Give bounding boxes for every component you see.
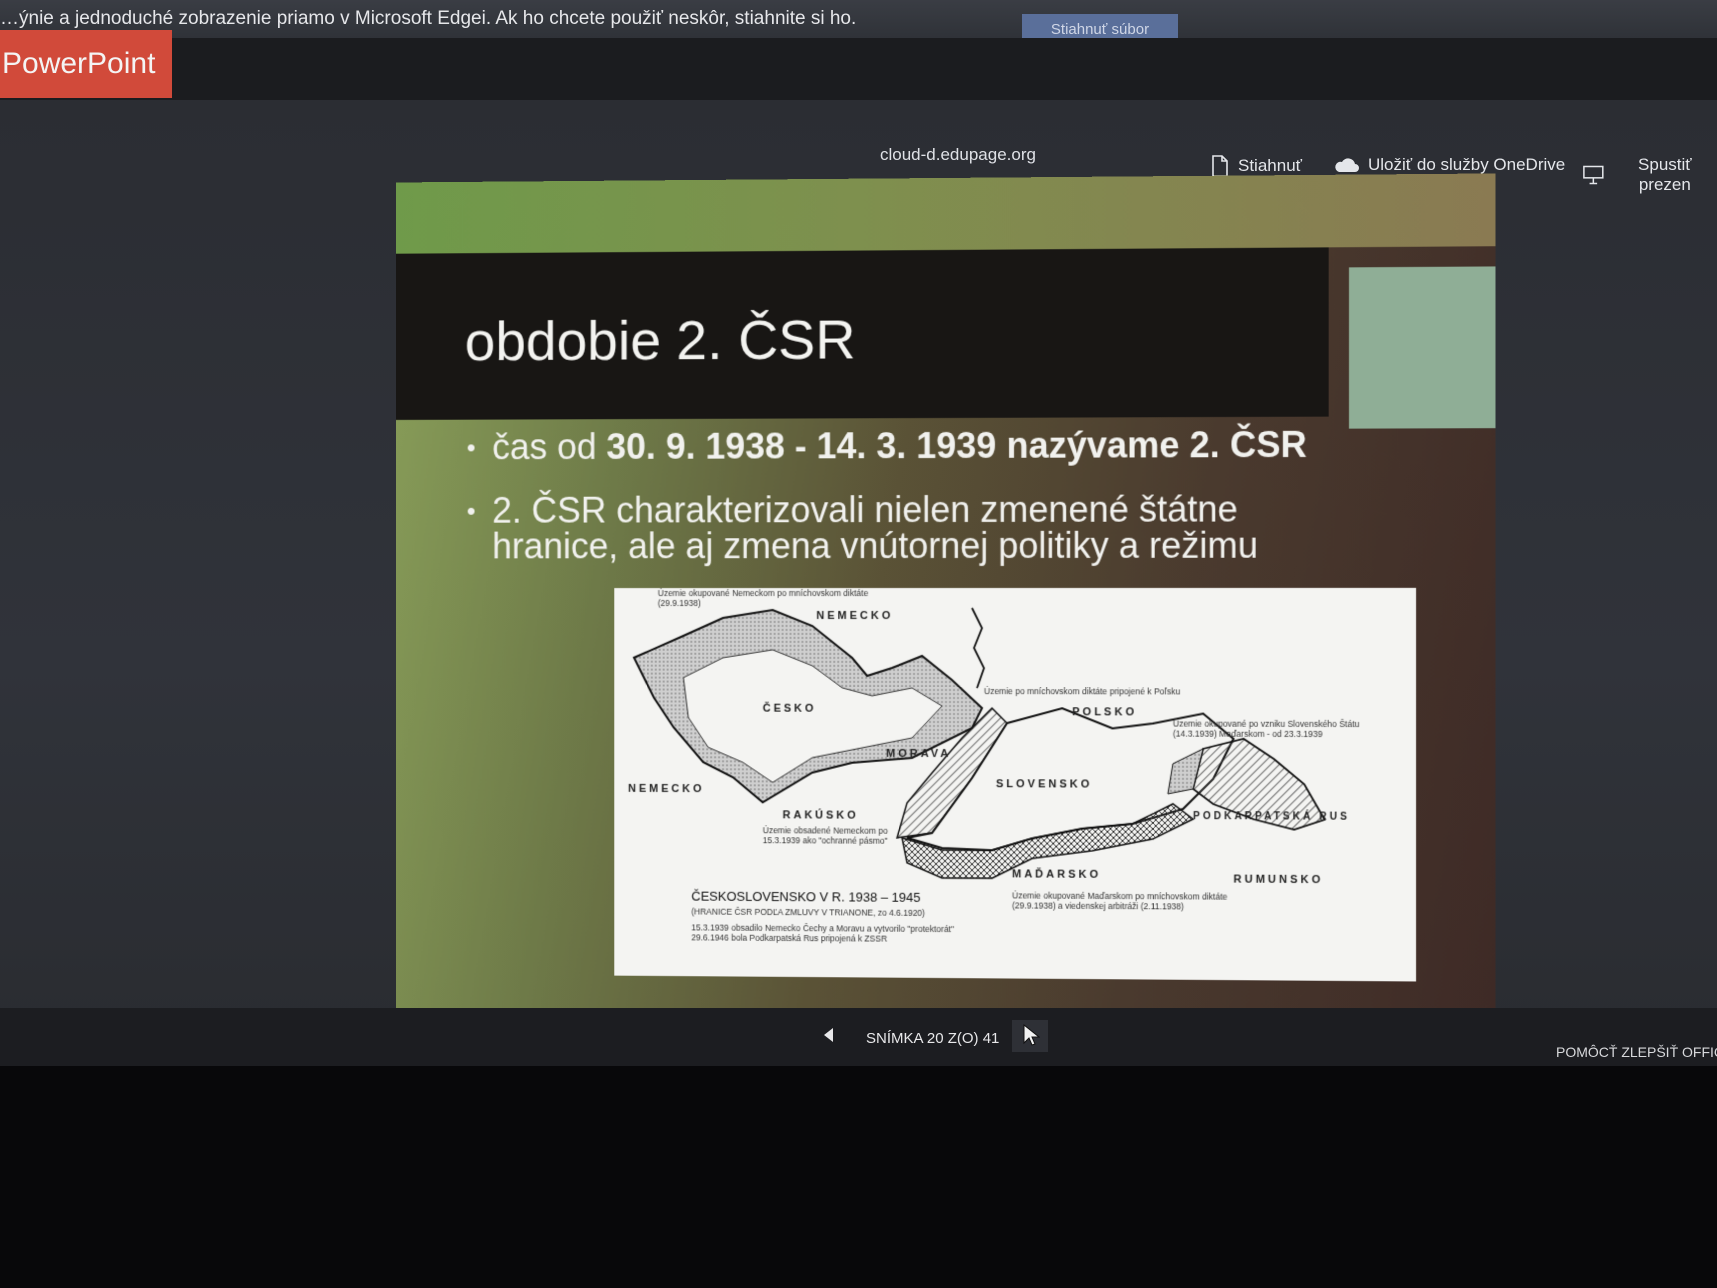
cloud-icon [1335,158,1359,172]
slide-title: obdobie 2. ČSR [464,307,856,373]
map-note-hungary-1939: Územie okupované po vzniku Slovenského Š… [1172,718,1360,740]
start-presentation-button[interactable]: Spustiť prezen [1582,155,1717,195]
slide-top-band [396,173,1496,254]
map-title: ČESKOSLOVENSKO V R. 1938 – 1945 [691,888,921,905]
bullet2-text: 2. ČSR charakterizovali nielen zmenené š… [492,488,1259,567]
triangle-left-icon [824,1027,833,1042]
slide-navigation-bar: SNÍMKA 20 Z(O) 41 POMÔCŤ ZLEPŠIŤ OFFICE [0,1008,1717,1066]
onedrive-label: Uložiť do služby OneDrive [1368,155,1566,174]
map-label-nemecko-top: NEMECKO [816,609,894,622]
map-label-madarsko: MAĎARSKO [1012,868,1102,881]
notice-text: …ýnie a jednoduché zobrazenie priamo v M… [0,8,857,29]
map-subtitle: (HRANICE ČSR PODĽA ZMLUVY V TRIANONE, zo… [691,906,925,918]
desk-area [0,1066,1717,1288]
save-to-onedrive-button[interactable]: Uložiť do služby OneDrive [1332,155,1565,175]
slide-accent-block [1348,266,1496,429]
map-label-podkarpatska: PODKARPATSKÁ RUS [1193,811,1350,823]
map-note-hungary-1938: Územie okupované Maďarskom po mníchovsko… [1012,890,1228,912]
map-label-cesko: ČESKO [762,702,817,715]
previous-slide-button[interactable] [820,1026,836,1046]
download-notice-bar: …ýnie a jednoduché zobrazenie priamo v M… [0,0,1717,46]
cursor-arrow-icon [1023,1023,1041,1046]
slide-counter: SNÍMKA 20 Z(O) 41 [866,1030,1000,1047]
present-label: Spustiť prezen [1638,155,1692,194]
bullet1-bold: 30. 9. 1938 - 14. 3. 1939 nazývame 2. ČS… [606,423,1307,467]
map-footnote-2: 29.6.1946 bola Podkarpatská Rus pripojen… [691,932,888,944]
map-label-morava: MORAVA [886,747,952,761]
map-river-border [970,607,985,688]
map-note-poland: Územie po mníchovskom diktáte pripojené … [984,686,1181,697]
map-note-protection: Územie obsadené Nemeckom po 15.3.1939 ak… [762,825,888,846]
next-slide-button[interactable] [1012,1020,1048,1052]
map-note-germany: Územie okupované Nemeckom po mníchovskom… [657,588,869,608]
map-label-rakusko: RAKÚSKO [782,809,859,822]
map-label-polsko: POLSKO [1072,706,1138,719]
slide-bullets: čas od 30. 9. 1938 - 14. 3. 1939 nazývam… [467,423,1366,593]
map-label-nemecko-left: NEMECKO [628,782,705,796]
help-improve-office-link[interactable]: POMÔCŤ ZLEPŠIŤ OFFICE [1556,1044,1717,1060]
presentation-screen-icon [1583,165,1604,185]
historical-map-image: NEMECKO ČESKO MORAVA POLSKO SLOVENSKO NE… [614,587,1417,982]
slide-canvas: obdobie 2. ČSR čas od 30. 9. 1938 - 14. … [396,173,1496,1029]
powerpoint-brand: PowerPoint [0,30,172,98]
bullet-item: 2. ČSR charakterizovali nielen zmenené š… [467,488,1366,567]
map-label-slovensko: SLOVENSKO [996,778,1093,791]
document-domain: cloud-d.edupage.org [880,145,1036,164]
map-label-rumunsko: RUMUNSKO [1233,873,1324,887]
download-document-icon [1212,155,1228,177]
bullet-item: čas od 30. 9. 1938 - 14. 3. 1939 nazývam… [467,423,1366,468]
download-label: Stiahnuť [1238,156,1303,175]
bullet1-prefix: čas od [492,426,607,468]
download-button[interactable]: Stiahnuť [1210,155,1302,177]
presentation-viewer: cloud-d.edupage.org Stiahnuť Uložiť do s… [0,100,1717,1038]
app-header [0,38,1717,100]
